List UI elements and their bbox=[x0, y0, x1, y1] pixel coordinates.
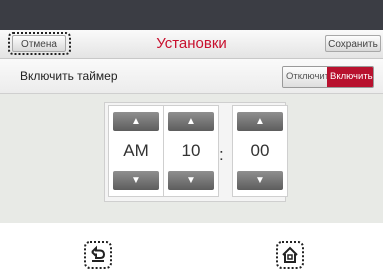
ampm-value: AM bbox=[123, 141, 149, 160]
minute-up-button[interactable]: ▲ bbox=[237, 112, 283, 131]
minute-spinner: ▲ 00 ▼ bbox=[232, 105, 288, 197]
minute-value: 00 bbox=[250, 141, 270, 160]
timer-row: Включить таймер Отключить Включить bbox=[0, 59, 383, 94]
timer-label: Включить таймер bbox=[20, 69, 118, 83]
ampm-spinner: ▲ AM ▼ bbox=[108, 105, 164, 197]
home-icon[interactable] bbox=[275, 240, 305, 270]
ampm-up-button[interactable]: ▲ bbox=[113, 112, 159, 131]
hour-down-button[interactable]: ▼ bbox=[168, 171, 214, 190]
timer-toggle[interactable]: Отключить Включить bbox=[282, 66, 374, 88]
status-bar bbox=[0, 0, 383, 30]
ampm-down-button[interactable]: ▼ bbox=[113, 171, 159, 190]
time-separator: : bbox=[219, 145, 224, 164]
cancel-highlight bbox=[8, 32, 71, 55]
toggle-off-option[interactable]: Отключить bbox=[283, 67, 334, 87]
hour-spinner: ▲ 10 ▼ bbox=[163, 105, 219, 197]
minute-down-button[interactable]: ▼ bbox=[237, 171, 283, 190]
back-arrow-icon[interactable] bbox=[83, 240, 113, 270]
hour-up-button[interactable]: ▲ bbox=[168, 112, 214, 131]
hour-value: 10 bbox=[181, 141, 201, 160]
save-button[interactable]: Сохранить bbox=[325, 35, 381, 52]
toggle-on-option[interactable]: Включить bbox=[327, 67, 373, 87]
